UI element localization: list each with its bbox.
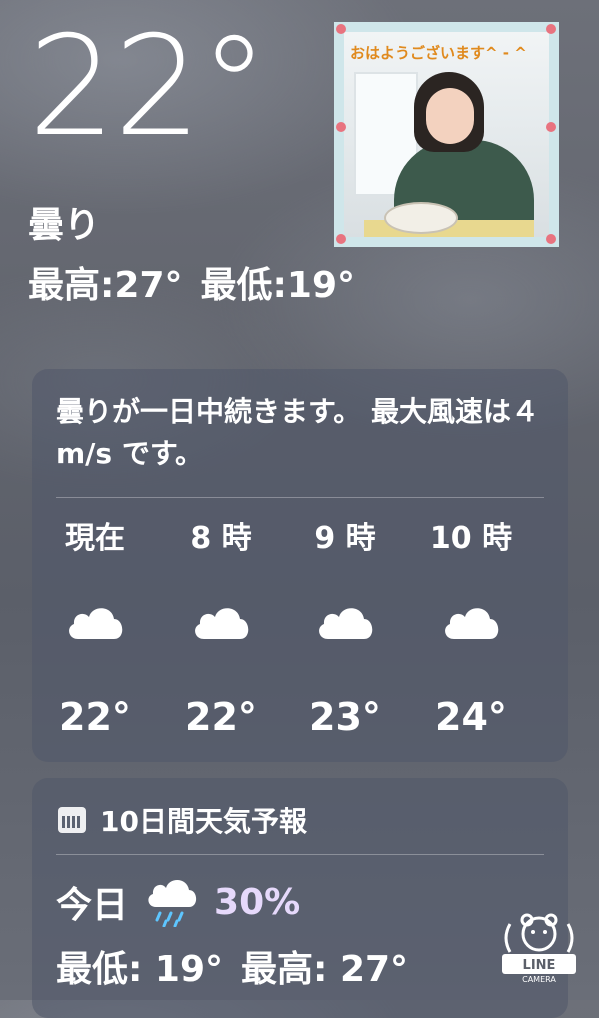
current-temperature: 22° xyxy=(28,6,269,167)
current-condition: 曇り xyxy=(28,205,101,246)
photo-plate xyxy=(384,202,458,234)
flower-decoration xyxy=(336,234,346,244)
hourly-scroller[interactable]: 現在 22° 8 時 22° 9 時 23° 10 時 24° xyxy=(32,519,568,749)
flower-decoration xyxy=(336,122,346,132)
low-temperature: 最低:19° xyxy=(200,265,356,306)
calendar-icon xyxy=(58,807,86,833)
divider xyxy=(56,854,544,855)
divider xyxy=(56,497,544,498)
hour-temperature: 2 xyxy=(542,695,568,739)
watermark-line-text: LINE xyxy=(523,958,556,973)
photo-person-face xyxy=(426,88,474,144)
bear-logo-icon: LINE CAMERA xyxy=(502,913,576,984)
ten-day-forecast-card[interactable]: 10日間天気予報 今日 30% 最低: 19° 最高: 27° xyxy=(32,778,568,1018)
hour-item: 8 時 22° xyxy=(166,519,276,739)
photo-image: おはようございます^ - ^ xyxy=(344,32,549,237)
hour-item: 10 時 24° xyxy=(416,519,526,739)
forecast-title: 10日間天気予報 xyxy=(100,805,307,838)
today-low-high: 最低: 19° 最高: 27° xyxy=(56,940,426,992)
hour-temperature: 24° xyxy=(435,695,507,739)
hour-item: 9 時 23° xyxy=(290,519,400,739)
hour-temperature: 22° xyxy=(59,695,131,739)
line-camera-watermark: LINE CAMERA xyxy=(496,908,582,984)
hour-label: 10 時 xyxy=(429,521,513,556)
hour-label: 8 時 xyxy=(190,521,252,556)
flower-decoration xyxy=(336,24,346,34)
cloud-icon xyxy=(416,599,526,669)
forecast-header: 10日間天気予報 xyxy=(58,800,307,840)
hourly-forecast-card[interactable]: 曇りが一日中続きます。 最大風速は４ m/s です。 現在 22° 8 時 22… xyxy=(32,369,568,762)
flower-decoration xyxy=(546,24,556,34)
high-low-temperatures: 最高:27° 最低:19° xyxy=(28,256,373,308)
hour-label: 9 時 xyxy=(314,521,376,556)
today-high: 最高: 27° xyxy=(241,949,409,990)
hour-label: 現在 xyxy=(65,521,125,556)
hour-temperature: 22° xyxy=(185,695,257,739)
precipitation-chance: 30% xyxy=(214,881,301,923)
cloud-icon xyxy=(542,599,568,669)
day-label: 今日 xyxy=(56,885,129,926)
photo-caption: おはようございます^ - ^ xyxy=(350,44,527,62)
cloud-icon xyxy=(40,599,150,669)
sticker-photo: おはようございます^ - ^ xyxy=(334,22,559,247)
hour-item: 現在 22° xyxy=(40,519,150,739)
hour-item: 1 2 xyxy=(542,519,568,739)
cloud-icon xyxy=(166,599,276,669)
rain-cloud-icon xyxy=(144,877,200,927)
weather-summary: 曇りが一日中続きます。 最大風速は４ m/s です。 xyxy=(56,395,539,470)
hour-temperature: 23° xyxy=(309,695,381,739)
watermark-camera-text: CAMERA xyxy=(522,975,556,984)
flower-decoration xyxy=(546,234,556,244)
cloud-icon xyxy=(290,599,400,669)
hour-label: 1 xyxy=(542,519,568,559)
high-temperature: 最高:27° xyxy=(28,265,183,306)
forecast-row-today[interactable]: 今日 30% xyxy=(56,876,300,928)
today-low: 最低: 19° xyxy=(56,949,224,990)
flower-decoration xyxy=(546,122,556,132)
